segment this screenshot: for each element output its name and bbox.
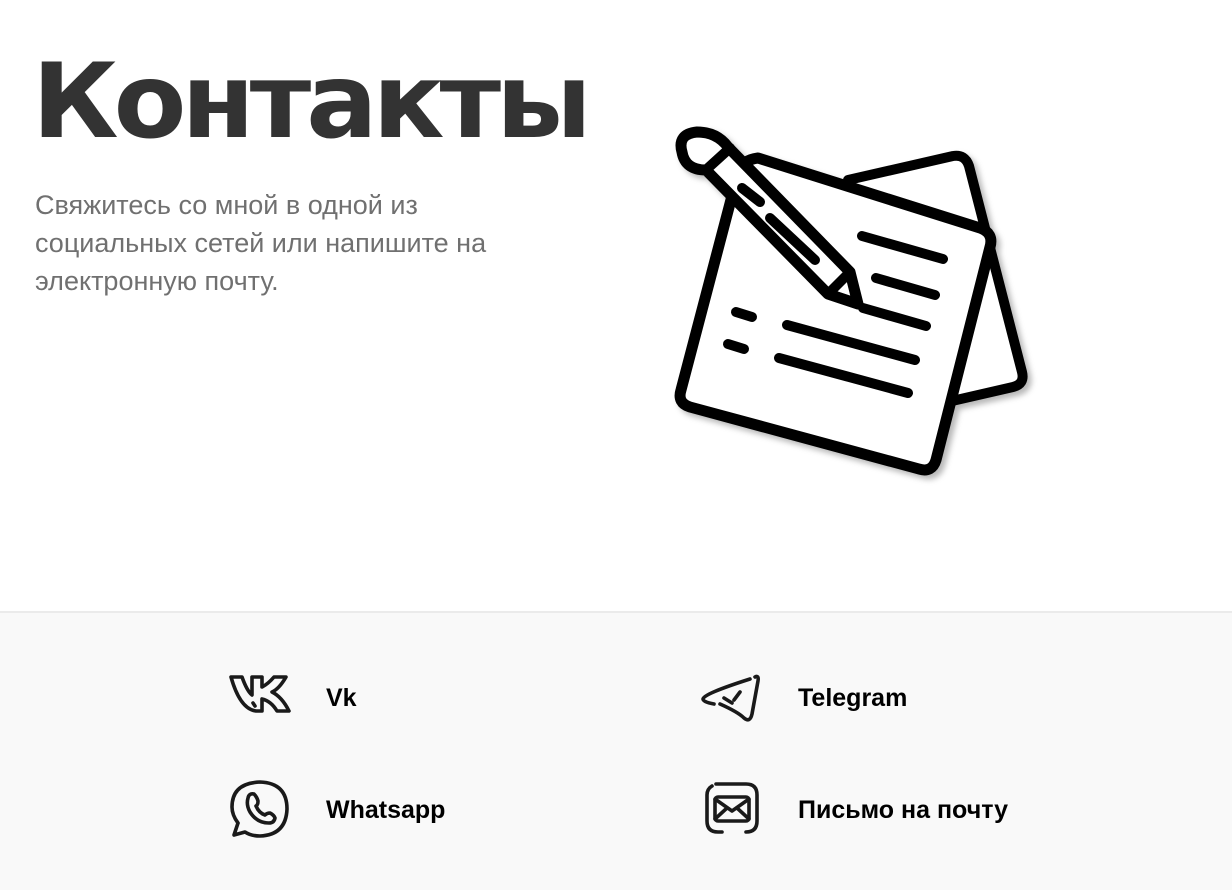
whatsapp-icon (228, 777, 292, 841)
telegram-icon (700, 665, 764, 729)
mail-icon (700, 777, 764, 841)
whatsapp-link[interactable]: Whatsapp (228, 777, 528, 841)
hero-section: Контакты Свяжитесь со мной в одной из со… (0, 0, 1232, 611)
telegram-label: Telegram (798, 684, 908, 712)
notes-with-pencil-icon (660, 120, 1040, 490)
email-label: Письмо на почту (798, 796, 1008, 824)
vk-icon (228, 665, 292, 729)
page-title: Контакты (32, 41, 592, 162)
contacts-section: Vk Telegram Whatsapp Письмо на почту (0, 613, 1232, 890)
page-subtitle: Свяжитесь со мной в одной из социальных … (35, 190, 487, 296)
email-link[interactable]: Письмо на почту (700, 777, 1060, 841)
telegram-link[interactable]: Telegram (700, 665, 1060, 729)
vk-label: Vk (326, 684, 357, 712)
whatsapp-label: Whatsapp (326, 796, 446, 824)
vk-link[interactable]: Vk (228, 665, 528, 729)
